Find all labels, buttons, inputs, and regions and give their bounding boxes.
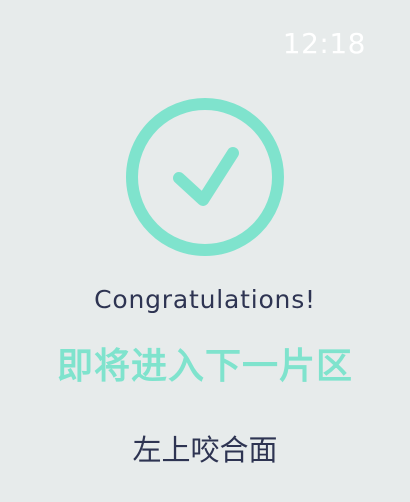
current-surface-label: 左上咬合面 <box>132 433 278 467</box>
check-circle-icon <box>126 98 284 256</box>
status-time: 12:18 <box>282 27 366 60</box>
next-area-subtitle: 即将进入下一片区 <box>56 346 353 387</box>
congratulations-title: Congratulations! <box>94 285 316 314</box>
